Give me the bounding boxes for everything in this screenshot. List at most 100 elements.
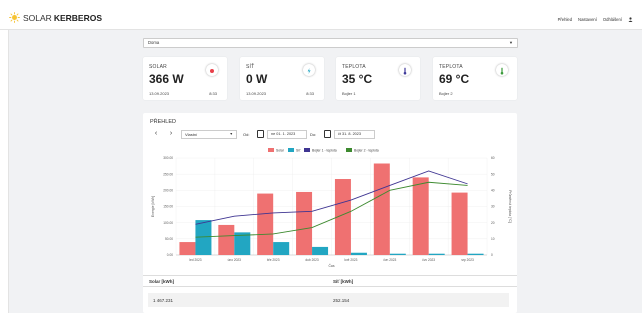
date-to-value: čt 31. 8. 2023 xyxy=(338,132,362,136)
thermometer-icon xyxy=(399,64,411,76)
legend-swatch xyxy=(346,148,352,152)
card-label: TEPLOTA xyxy=(439,64,463,70)
y-tick-label: 50.00 xyxy=(165,237,173,241)
y-tick-label: 150.00 xyxy=(163,205,173,209)
card-label: SÍŤ xyxy=(246,64,255,70)
thermometer-icon xyxy=(496,64,508,76)
from-label: Od: xyxy=(243,132,250,137)
boiler1-temperature-card: TEPLOTA 35 °C Bojler 1 xyxy=(336,57,420,100)
nav-link-prehled[interactable]: Přehled xyxy=(558,17,572,22)
calendar-icon[interactable] xyxy=(257,130,264,138)
bar-solar xyxy=(296,191,313,255)
y-tick-label: 200.00 xyxy=(163,189,173,193)
previous-period-button[interactable]: ‹ xyxy=(152,130,160,139)
energy-chart: 0.00 50.00 100.00 150.00 200.00 250.00 300.00 0… xyxy=(151,148,512,268)
to-label: Do: xyxy=(310,132,317,137)
x-tick-label: kvě 2023 xyxy=(344,258,357,262)
card-date: 13.09.2023 xyxy=(246,91,267,96)
legend-label: Solar xyxy=(276,148,285,152)
y2-tick-label: 30 xyxy=(491,205,495,209)
x-tick-label: dub 2023 xyxy=(305,258,319,262)
bar-solar xyxy=(451,192,468,255)
date-to-input[interactable]: čt 31. 8. 2023 xyxy=(334,130,375,139)
y-tick-label: 300.00 xyxy=(163,156,173,160)
x-axis-title: Čas xyxy=(328,263,334,268)
plug-icon xyxy=(303,64,315,76)
table-header-solar: Solar [kWh] xyxy=(149,279,175,284)
x-tick-label: bře 2023 xyxy=(267,258,280,262)
chevron-down-icon: ▼ xyxy=(229,132,233,136)
card-value: 69 °C xyxy=(439,72,470,86)
y2-tick-label: 20 xyxy=(491,221,495,225)
legend-swatch xyxy=(288,148,294,152)
legend-label: Síť xyxy=(296,148,301,152)
x-tick-label: led 2023 xyxy=(189,258,201,262)
period-range-value: Vlastní xyxy=(185,132,198,137)
sun-icon xyxy=(206,64,218,76)
legend-swatch xyxy=(268,148,274,152)
bar-solar xyxy=(373,163,390,255)
brand-logo[interactable]: SOLAR KERBEROS xyxy=(9,12,102,23)
card-value: 0 W xyxy=(246,72,268,86)
x-tick-label: čvn 2023 xyxy=(383,258,396,262)
card-date: 13.09.2023 xyxy=(149,91,170,96)
overview-title: PŘEHLED xyxy=(150,119,176,125)
y-axis-title: Energie [kWh] xyxy=(151,196,155,217)
user-icon[interactable] xyxy=(628,17,633,22)
bar-grid xyxy=(273,242,290,255)
boiler2-temperature-card: TEPLOTA 69 °C Bojler 2 xyxy=(433,57,517,100)
brand-name-light: SOLAR xyxy=(23,12,52,23)
location-select[interactable]: Doma ▼ xyxy=(143,38,518,48)
x-tick-label: úno 2023 xyxy=(228,258,242,262)
date-from-value: ne 01. 1. 2023 xyxy=(271,132,296,136)
card-label: TEPLOTA xyxy=(342,64,366,70)
card-value: 366 W xyxy=(149,72,184,86)
table-header: Solar [kWh] Síť [kWh] xyxy=(143,275,517,287)
y-tick-label: 100.00 xyxy=(163,221,173,225)
bar-solar xyxy=(257,193,274,255)
table-header-grid: Síť [kWh] xyxy=(333,279,354,284)
bar-solar xyxy=(218,224,235,255)
y-tick-label: 250.00 xyxy=(163,172,173,176)
card-value: 35 °C xyxy=(342,72,373,86)
legend-label: Bojler 1 - teplota xyxy=(312,148,337,152)
y2-tick-label: 0 xyxy=(491,253,493,257)
bar-solar xyxy=(179,242,196,255)
y2-tick-label: 10 xyxy=(491,237,495,241)
legend-label: Bojler 2 - teplota xyxy=(354,148,379,152)
grid-card: SÍŤ 0 W 13.09.2023 8:33 xyxy=(240,57,324,100)
table-cell-grid: 252.154 xyxy=(333,298,350,303)
sun-logo-icon xyxy=(9,12,20,23)
next-period-button[interactable]: › xyxy=(167,130,175,139)
solar-card: SOLAR 366 W 13.09.2023 8:33 xyxy=(143,57,227,100)
bar-grid xyxy=(312,246,329,255)
bar-solar xyxy=(412,177,429,255)
location-select-value: Doma xyxy=(148,40,160,45)
y2-tick-label: 60 xyxy=(491,156,495,160)
table-row: 1 467.231 252.154 xyxy=(148,293,509,307)
date-from-input[interactable]: ne 01. 1. 2023 xyxy=(267,130,307,139)
card-label: SOLAR xyxy=(149,64,167,70)
x-tick-label: srp 2023 xyxy=(461,258,474,262)
nav-link-odhlaseni[interactable]: Odhlášení xyxy=(603,17,622,22)
chevron-down-icon: ▼ xyxy=(509,40,513,45)
overview-panel: PŘEHLED ‹ › Vlastní ▼ Od: ne 01. 1. 2023… xyxy=(143,113,517,313)
top-navbar: SOLAR KERBEROS Přehled Nastavení Odhláše… xyxy=(0,0,642,30)
bar-grid xyxy=(389,253,406,255)
card-time: 8:33 xyxy=(306,91,314,96)
bar-grid xyxy=(428,253,445,255)
card-time: 8:33 xyxy=(209,91,217,96)
y2-axis-title: Průměrná teplota [°C] xyxy=(508,190,512,223)
main-nav: Přehled Nastavení Odhlášení xyxy=(558,17,633,22)
y-tick-label: 0.00 xyxy=(167,253,173,257)
table-cell-solar: 1 467.231 xyxy=(153,298,174,303)
x-tick-label: čvc 2023 xyxy=(422,258,435,262)
period-range-select[interactable]: Vlastní ▼ xyxy=(181,130,237,139)
nav-link-nastaveni[interactable]: Nastavení xyxy=(578,17,597,22)
card-subtitle: Bojler 2 xyxy=(439,91,453,96)
bar-grid xyxy=(467,253,484,255)
y2-tick-label: 40 xyxy=(491,189,495,193)
bar-grid xyxy=(350,252,367,255)
calendar-icon[interactable] xyxy=(324,130,331,138)
y2-tick-label: 50 xyxy=(491,172,495,176)
